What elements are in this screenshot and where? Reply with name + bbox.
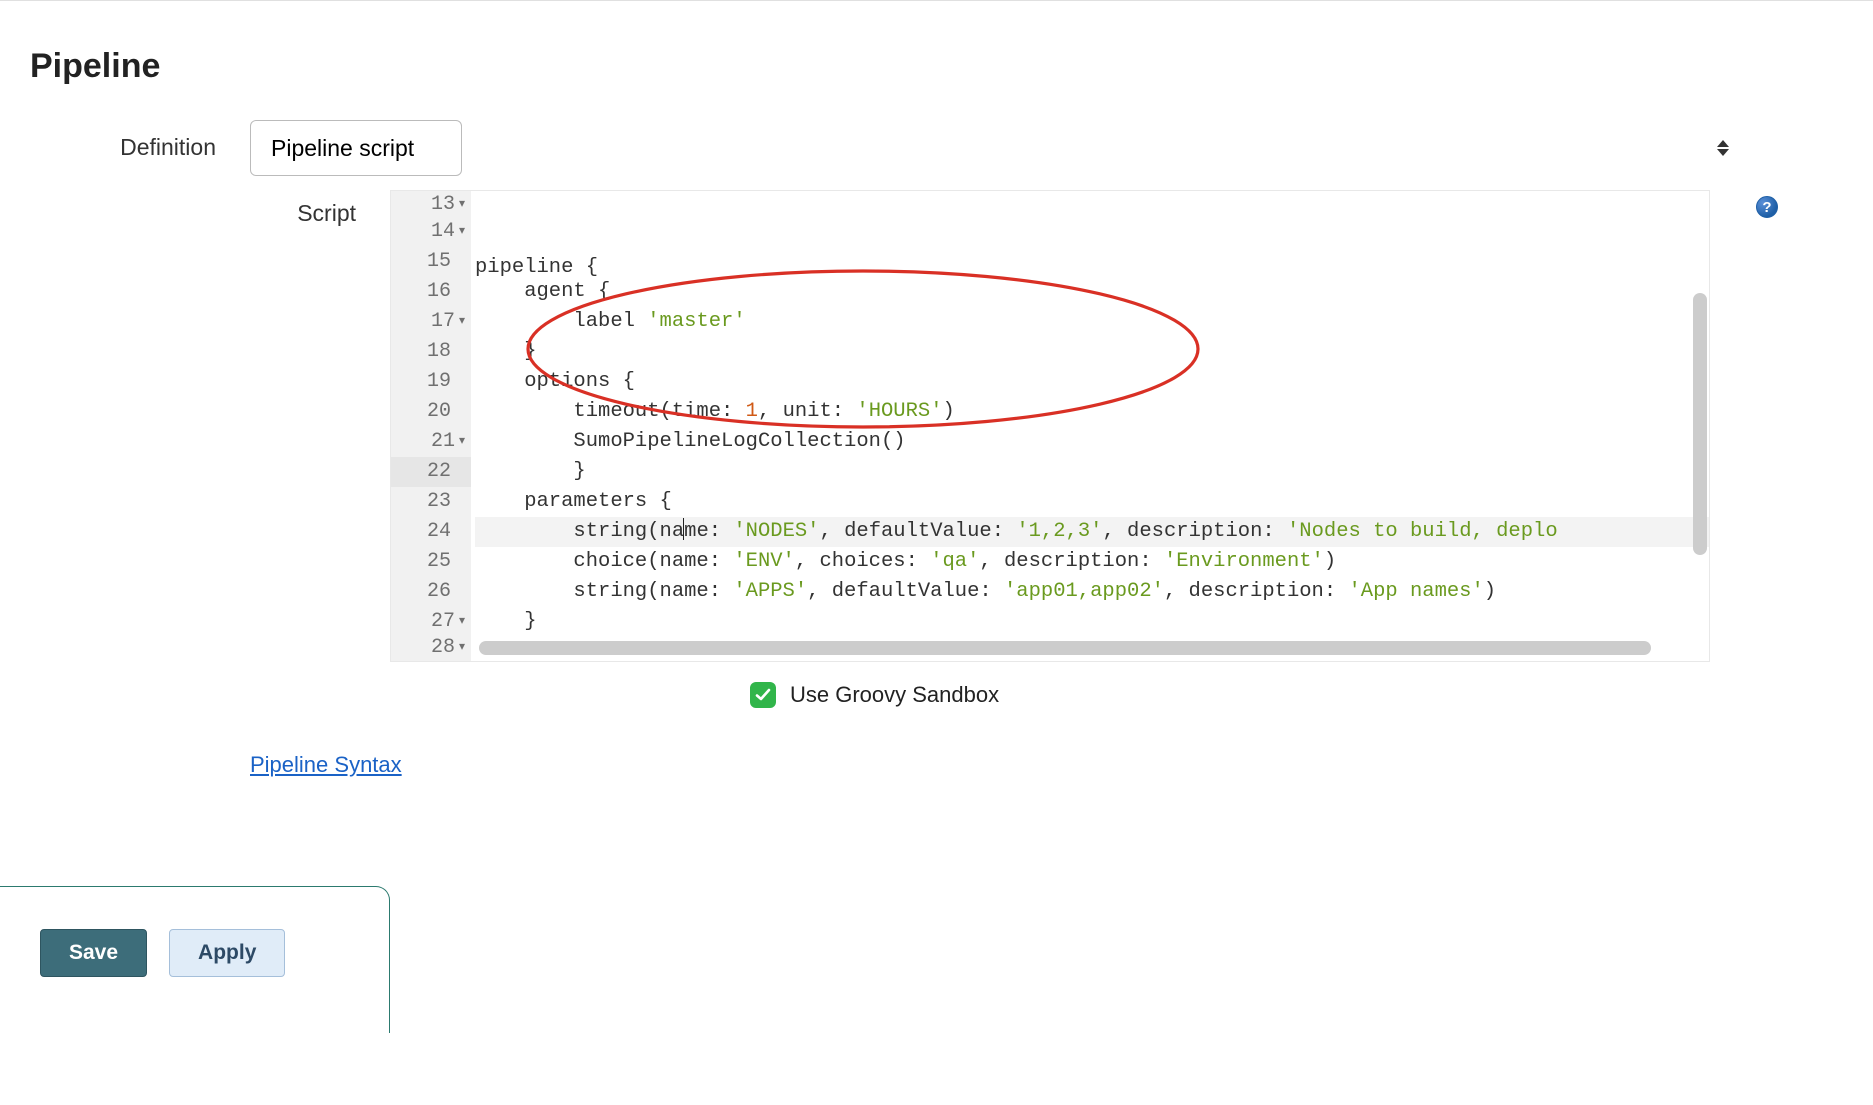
- dropdown-caret-icon: [1717, 140, 1729, 156]
- line-number: 16: [391, 277, 471, 307]
- code-line[interactable]: agent {: [475, 277, 1709, 307]
- pipeline-config-section: Pipeline Definition Pipeline script Scri…: [0, 0, 1873, 1033]
- definition-label: Definition: [30, 120, 250, 161]
- script-label: Script: [30, 190, 390, 227]
- code-line[interactable]: timeout(time: 1, unit: 'HOURS'): [475, 397, 1709, 427]
- code-content[interactable]: pipeline { agent { label 'master' } opti…: [471, 191, 1709, 661]
- sandbox-row: Use Groovy Sandbox ?: [750, 682, 1873, 708]
- line-number: 24: [391, 517, 471, 547]
- apply-button[interactable]: Apply: [169, 929, 285, 977]
- definition-row: Definition Pipeline script: [30, 120, 1843, 176]
- fold-marker-icon[interactable]: ▾: [459, 306, 465, 336]
- line-number: 14▾: [391, 217, 471, 247]
- line-number-gutter: 13▾14▾151617▾18192021▾222324252627▾28▾: [391, 191, 471, 661]
- section-title: Pipeline: [30, 47, 1843, 86]
- sandbox-checkbox[interactable]: [750, 682, 776, 708]
- definition-select-wrap: Pipeline script: [250, 120, 1743, 176]
- line-number: 17▾: [391, 307, 471, 337]
- line-number: 13▾: [391, 193, 471, 217]
- code-line[interactable]: }: [475, 337, 1709, 367]
- line-number: 21▾: [391, 427, 471, 457]
- code-line[interactable]: }: [475, 607, 1709, 637]
- code-line[interactable]: SumoPipelineLogCollection(): [475, 427, 1709, 457]
- code-line[interactable]: }: [475, 457, 1709, 487]
- code-line[interactable]: choice(name: 'ENV', choices: 'qa', descr…: [475, 547, 1709, 577]
- help-icon[interactable]: ?: [1756, 196, 1778, 218]
- fold-marker-icon[interactable]: ▾: [459, 632, 465, 662]
- fold-marker-icon[interactable]: ▾: [459, 426, 465, 456]
- vertical-scrollbar[interactable]: [1693, 293, 1707, 555]
- check-icon: [755, 687, 771, 703]
- fold-marker-icon[interactable]: ▾: [459, 216, 465, 246]
- code-editor[interactable]: 13▾14▾151617▾18192021▾222324252627▾28▾ p…: [390, 190, 1710, 662]
- line-number: 28▾: [391, 637, 471, 659]
- line-number: 26: [391, 577, 471, 607]
- line-number: 20: [391, 397, 471, 427]
- code-line[interactable]: options {: [475, 367, 1709, 397]
- line-number: 18: [391, 337, 471, 367]
- footer-button-bar: Save Apply: [0, 886, 390, 1033]
- pipeline-syntax-link[interactable]: Pipeline Syntax: [250, 752, 402, 778]
- sandbox-label: Use Groovy Sandbox: [790, 682, 999, 708]
- line-number: 19: [391, 367, 471, 397]
- save-button[interactable]: Save: [40, 929, 147, 977]
- definition-select[interactable]: Pipeline script: [250, 120, 462, 176]
- code-line[interactable]: label 'master': [475, 307, 1709, 337]
- line-number: 22: [391, 457, 471, 487]
- line-number: 15: [391, 247, 471, 277]
- horizontal-scrollbar[interactable]: [479, 641, 1651, 655]
- fold-marker-icon[interactable]: ▾: [459, 190, 465, 219]
- line-number: 25: [391, 547, 471, 577]
- script-row: Script ? 13▾14▾151617▾18192021▾222324252…: [30, 190, 1843, 708]
- line-number: 23: [391, 487, 471, 517]
- code-line[interactable]: pipeline {: [475, 253, 1709, 277]
- script-editor-area: ? 13▾14▾151617▾18192021▾222324252627▾28▾…: [390, 190, 1710, 708]
- code-line[interactable]: parameters {: [475, 487, 1709, 517]
- code-line[interactable]: string(name: 'NODES', defaultValue: '1,2…: [475, 517, 1709, 547]
- code-line[interactable]: string(name: 'APPS', defaultValue: 'app0…: [475, 577, 1709, 607]
